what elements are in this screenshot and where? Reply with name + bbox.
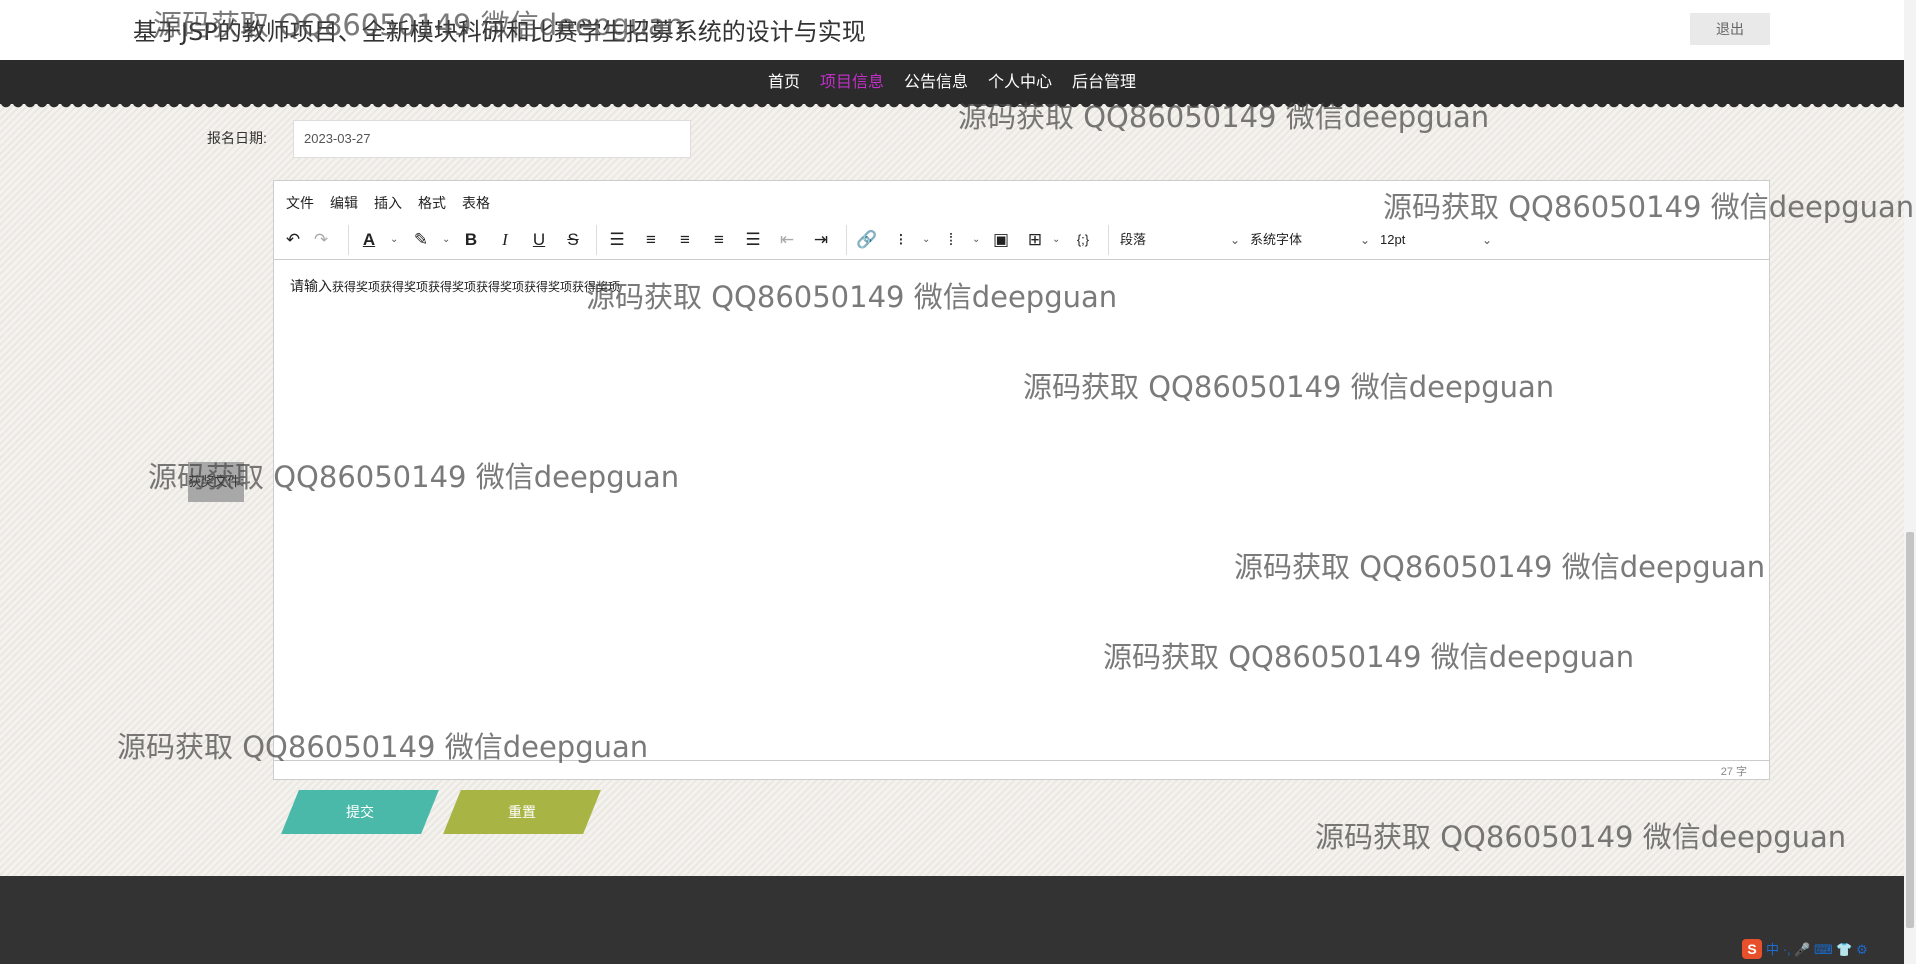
redo-icon[interactable]: ↷ [308,227,334,253]
toolbar-divider [348,225,349,255]
site-header: 基于JSP的教师项目、全新模块科研和比赛学生招募系统的设计与实现 退出 [0,0,1904,60]
toolbar-divider [596,225,597,255]
submit-button-label: 提交 [346,804,374,820]
toolbar-divider [1108,225,1109,255]
site-title: 基于JSP的教师项目、全新模块科研和比赛学生招募系统的设计与实现 [133,18,866,46]
menu-format[interactable]: 格式 [418,193,446,213]
ime-status: 中 ·, 🎤 ⌨ 👕 ⚙ [1766,942,1868,957]
menu-file[interactable]: 文件 [286,193,314,213]
font-family-select-value: 系统字体 [1250,232,1303,247]
chevron-down-icon: ⌄ [1229,233,1240,247]
link-icon[interactable]: 🔗 [854,227,880,253]
toolbar-divider [846,225,847,255]
nav-item-admin[interactable]: 后台管理 [1062,60,1146,104]
logout-button[interactable]: 退出 [1690,13,1770,45]
word-count: 27 字 [1720,766,1747,778]
chevron-down-icon[interactable]: ⌄ [1052,227,1060,253]
reset-button-label: 重置 [508,804,536,820]
undo-icon[interactable]: ↶ [280,227,306,253]
nav-item-announcements[interactable]: 公告信息 [894,60,978,104]
date-label: 报名日期: [207,130,267,146]
underline-icon[interactable]: U [526,227,552,253]
scrollbar-thumb[interactable] [1906,532,1914,928]
font-size-select-value: 12pt [1380,232,1406,247]
editor-toolbar: ↶ ↷ A ⌄ ✎ ⌄ B I U S ☰ ≡ ≡ ≡ ☰ ⇤ ⇥ 🔗 ⁝ ⌄ … [274,221,1769,260]
attachment-label: 获奖文件: [188,462,244,502]
vertical-scrollbar[interactable] [1904,0,1916,964]
align-justify-icon[interactable]: ☰ [740,227,766,253]
editor-content[interactable]: 请输入获得奖项获得奖项获得奖项获得奖项获得奖项获得奖项 [290,276,620,296]
bold-icon[interactable]: B [458,227,484,253]
align-left-icon[interactable]: ≡ [638,227,664,253]
text-color-icon[interactable]: A [356,227,382,253]
strikethrough-icon[interactable]: S [560,227,586,253]
align-none-icon[interactable]: ☰ [604,227,630,253]
editor-menubar: 文件 编辑 插入 格式 表格 [274,181,1769,221]
chevron-down-icon[interactable]: ⌄ [442,227,450,253]
paragraph-select[interactable]: 段落 ⌄ [1120,227,1240,253]
nav-item-home[interactable]: 首页 [758,60,810,104]
highlight-color-icon[interactable]: ✎ [408,227,434,253]
table-icon[interactable]: ⊞ [1022,227,1048,253]
nav-item-profile[interactable]: 个人中心 [978,60,1062,104]
reset-button[interactable]: 重置 [443,790,601,834]
bullet-list-icon[interactable]: ⁝ [888,227,914,253]
code-sample-icon[interactable]: {;} [1070,227,1096,253]
main-nav: 首页 项目信息 公告信息 个人中心 后台管理 [0,60,1904,110]
menu-insert[interactable]: 插入 [374,193,402,213]
menu-edit[interactable]: 编辑 [330,193,358,213]
image-icon[interactable]: ▣ [988,227,1014,253]
date-input[interactable]: 2023-03-27 [293,120,691,158]
menu-table[interactable]: 表格 [462,193,490,213]
sogou-ime-icon[interactable]: S [1742,939,1762,959]
page-footer [0,876,1904,964]
nav-item-projects[interactable]: 项目信息 [810,60,894,104]
font-size-select[interactable]: 12pt ⌄ [1380,227,1492,253]
align-right-icon[interactable]: ≡ [706,227,732,253]
paragraph-select-value: 段落 [1120,232,1147,247]
nav-scallop-edge [0,102,1904,110]
chevron-down-icon[interactable]: ⌄ [972,227,980,253]
chevron-down-icon: ⌄ [1359,233,1370,247]
numbered-list-icon[interactable]: ⁞ [938,227,964,253]
editor-statusbar: 27 字 [274,760,1769,779]
ime-toolbar[interactable]: S 中 ·, 🎤 ⌨ 👕 ⚙ [1742,939,1868,961]
content-prefix: 请输入 [290,278,332,294]
chevron-down-icon[interactable]: ⌄ [390,227,398,253]
italic-icon[interactable]: I [492,227,518,253]
indent-icon[interactable]: ⇥ [808,227,834,253]
font-family-select[interactable]: 系统字体 ⌄ [1250,227,1370,253]
rich-text-editor: 文件 编辑 插入 格式 表格 ↶ ↷ A ⌄ ✎ ⌄ B I U S ☰ ≡ ≡… [273,180,1770,780]
align-center-icon[interactable]: ≡ [672,227,698,253]
submit-button[interactable]: 提交 [281,790,439,834]
chevron-down-icon[interactable]: ⌄ [922,227,930,253]
chevron-down-icon: ⌄ [1481,233,1492,247]
content-text: 获得奖项获得奖项获得奖项获得奖项获得奖项获得奖项 [332,280,621,294]
outdent-icon[interactable]: ⇤ [774,227,800,253]
